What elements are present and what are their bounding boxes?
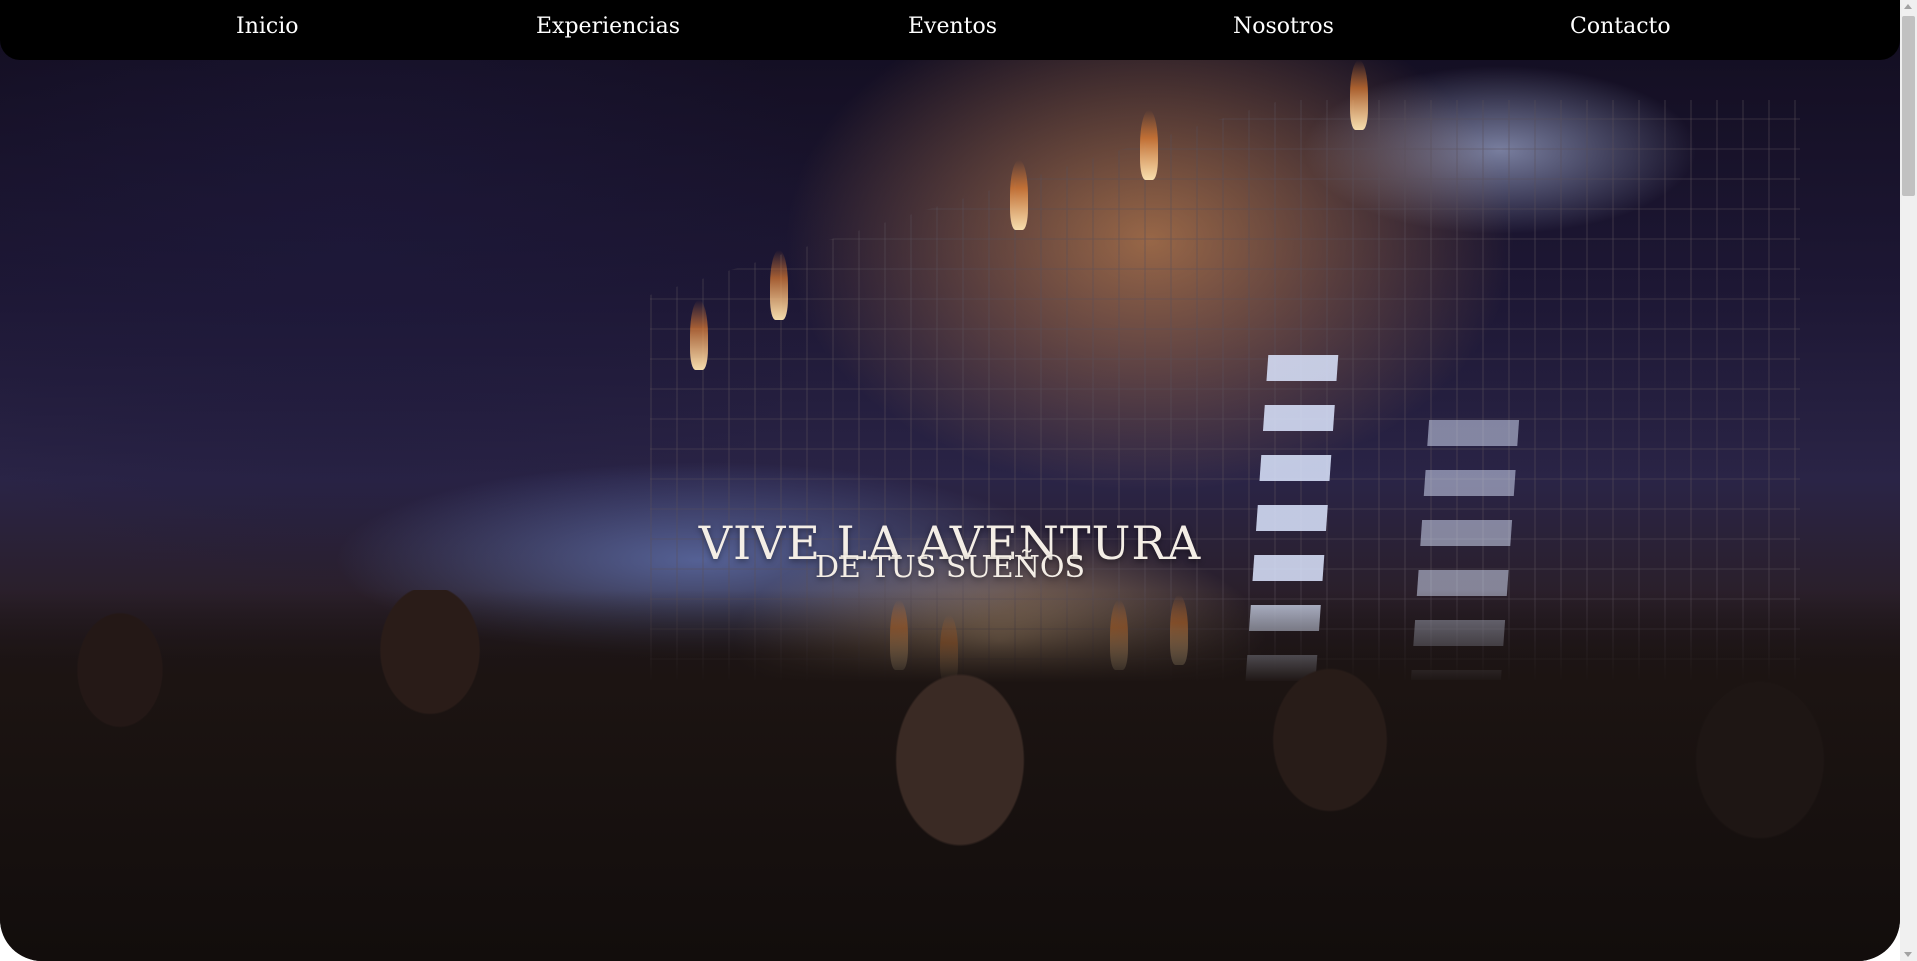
nav-item-experiencias[interactable]: Experiencias [536, 12, 680, 42]
main-nav: Inicio Experiencias Eventos Nosotros Con… [0, 0, 1900, 60]
scrollbar-thumb[interactable] [1902, 16, 1915, 196]
vertical-scrollbar[interactable] [1900, 0, 1917, 961]
nav-item-inicio[interactable]: Inicio [236, 12, 299, 42]
nav-item-eventos[interactable]: Eventos [908, 12, 997, 42]
stage-flame [1350, 60, 1368, 130]
scroll-up-arrow-icon[interactable] [1904, 4, 1912, 9]
stage-flame [770, 250, 788, 320]
hero-subtitle: DE TUS SUEÑOS [815, 550, 1085, 585]
nav-item-nosotros[interactable]: Nosotros [1233, 12, 1334, 42]
stage-flame [1010, 160, 1028, 230]
hero-concert-image: VIVE LA AVENTURA DE TUS SUEÑOS [0, 0, 1900, 961]
page: VIVE LA AVENTURA DE TUS SUEÑOS Inicio Ex… [0, 0, 1917, 961]
stage-flame [690, 300, 708, 370]
crowd [0, 590, 1900, 961]
stage-flame [1140, 110, 1158, 180]
nav-item-contacto[interactable]: Contacto [1570, 12, 1671, 42]
scroll-down-arrow-icon[interactable] [1904, 952, 1912, 957]
